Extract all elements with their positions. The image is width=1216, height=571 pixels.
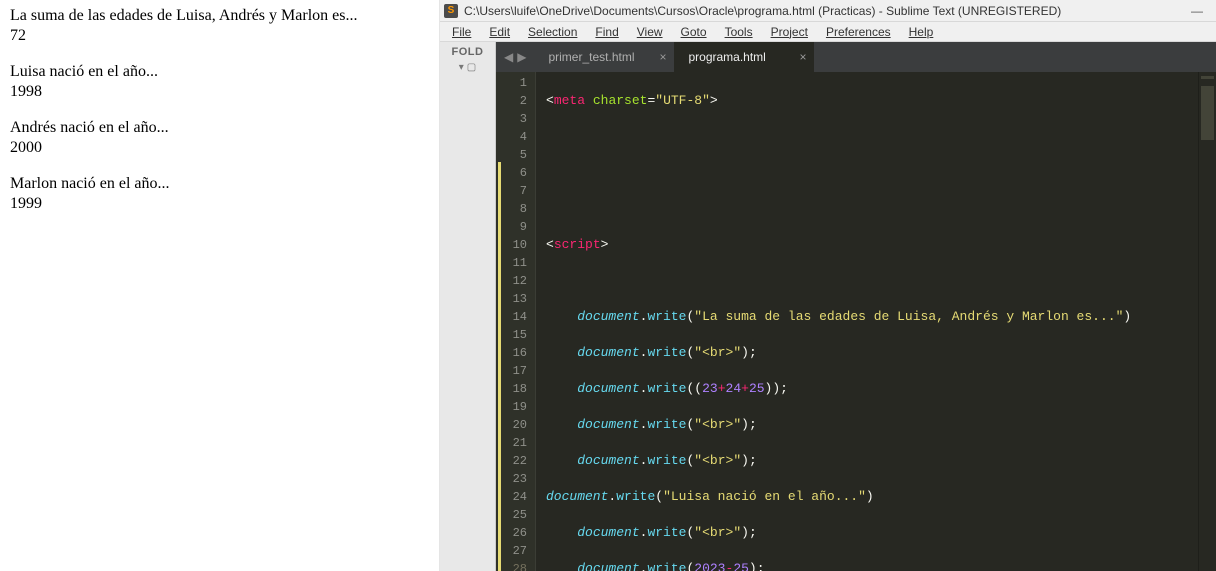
sublime-editor: S C:\Users\luife\OneDrive\Documents\Curs…: [440, 0, 1216, 571]
close-icon[interactable]: ×: [799, 51, 806, 63]
output-text: Marlon nació en el año...: [10, 174, 429, 194]
output-text: Andrés nació en el año...: [10, 118, 429, 138]
tab-programa[interactable]: programa.html ×: [674, 42, 814, 72]
tab-nav-prev-icon[interactable]: ◀: [504, 50, 513, 64]
sidebar[interactable]: FOLD ▾ ▢: [440, 42, 496, 571]
menu-file[interactable]: File: [444, 23, 479, 41]
code-area[interactable]: 1 2 3 4 5 6 7 8 9 10 11 12 13 14: [496, 72, 1216, 571]
folder-icon[interactable]: ▢: [467, 62, 476, 73]
menu-find[interactable]: Find: [587, 23, 626, 41]
tab-nav-next-icon[interactable]: ▶: [517, 50, 526, 64]
menu-bar: File Edit Selection Find View Goto Tools…: [440, 22, 1216, 42]
menu-selection[interactable]: Selection: [520, 23, 585, 41]
menu-view[interactable]: View: [629, 23, 671, 41]
chevron-down-icon[interactable]: ▾: [459, 62, 464, 73]
minimize-button[interactable]: —: [1182, 4, 1212, 18]
minimap[interactable]: [1198, 72, 1216, 571]
output-value: 1999: [10, 194, 429, 214]
tab-label: programa.html: [688, 50, 765, 64]
output-text: La suma de las edades de Luisa, Andrés y…: [10, 6, 429, 26]
output-value: 2000: [10, 138, 429, 158]
menu-goto[interactable]: Goto: [673, 23, 715, 41]
menu-edit[interactable]: Edit: [481, 23, 518, 41]
menu-preferences[interactable]: Preferences: [818, 23, 899, 41]
tab-strip: ◀ ▶ primer_test.html × programa.html ×: [496, 42, 1216, 72]
menu-help[interactable]: Help: [901, 23, 942, 41]
app-icon: S: [444, 4, 458, 18]
output-value: 1998: [10, 82, 429, 102]
sidebar-folders-label: FOLD: [452, 46, 484, 58]
code-text[interactable]: <meta charset="UTF-8"> <script> document…: [536, 72, 1198, 571]
tab-label: primer_test.html: [548, 50, 634, 64]
line-gutter: 1 2 3 4 5 6 7 8 9 10 11 12 13 14: [496, 72, 536, 571]
menu-project[interactable]: Project: [763, 23, 816, 41]
menu-tools[interactable]: Tools: [717, 23, 761, 41]
browser-output-pane: La suma de las edades de Luisa, Andrés y…: [0, 0, 440, 571]
window-title: C:\Users\luife\OneDrive\Documents\Cursos…: [464, 4, 1061, 18]
output-value: 72: [10, 26, 429, 46]
close-icon[interactable]: ×: [659, 51, 666, 63]
tab-primer-test[interactable]: primer_test.html ×: [534, 42, 674, 72]
output-text: Luisa nació en el año...: [10, 62, 429, 82]
title-bar[interactable]: S C:\Users\luife\OneDrive\Documents\Curs…: [440, 0, 1216, 22]
